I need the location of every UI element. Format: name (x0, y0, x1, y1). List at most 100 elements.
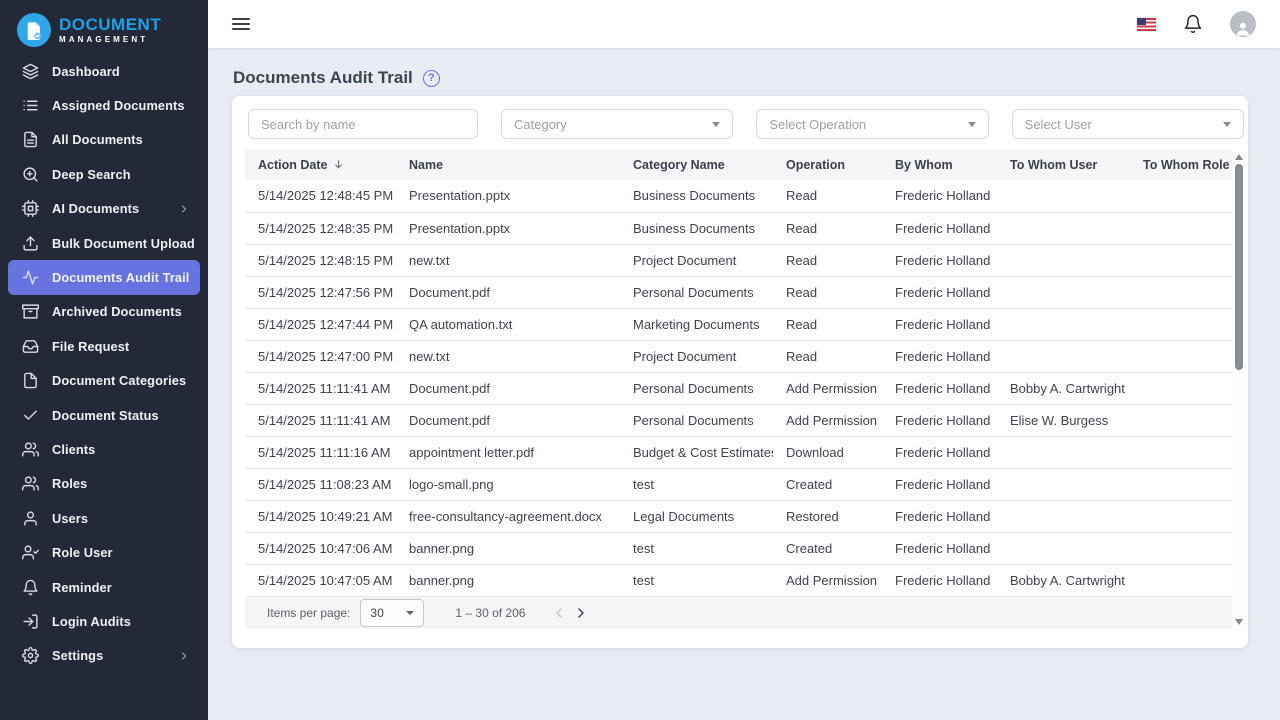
sidebar-item-label: Assigned Documents (52, 98, 185, 113)
cell-operation: Download (773, 436, 882, 468)
sidebar-item-users[interactable]: Users (8, 501, 200, 535)
audit-trail-table: Action DateNameCategory NameOperationBy … (245, 150, 1232, 597)
category-filter-label: Category (514, 117, 567, 132)
cell-action-date: 5/14/2025 10:47:06 AM (245, 532, 396, 564)
table-row: 5/14/2025 12:47:00 PMnew.txtProject Docu… (245, 340, 1232, 372)
main-area: Documents Audit Trail ? Category Select … (208, 0, 1280, 720)
cell-category-name: Project Document (620, 340, 773, 372)
column-header-action-date[interactable]: Action Date (245, 150, 396, 180)
cell-to-whom-user (997, 436, 1130, 468)
notifications-bell-icon[interactable] (1183, 14, 1203, 34)
layers-icon (22, 63, 39, 80)
table-row: 5/14/2025 12:47:44 PMQA automation.txtMa… (245, 308, 1232, 340)
sidebar: DOCUMENT MANAGEMENT Dashboard Assigned D… (0, 0, 208, 720)
cell-by-whom: Frederic Holland (882, 500, 997, 532)
content: Documents Audit Trail ? Category Select … (208, 48, 1280, 720)
column-header-name[interactable]: Name (396, 150, 620, 180)
users-icon (22, 441, 39, 458)
table-row: 5/14/2025 10:49:21 AMfree-consultancy-ag… (245, 500, 1232, 532)
cell-to-whom-user (997, 212, 1130, 244)
cell-to-whom-role (1130, 340, 1232, 372)
sidebar-item-file-request[interactable]: File Request (8, 329, 200, 363)
column-header-category-name[interactable]: Category Name (620, 150, 773, 180)
scroll-down-arrow[interactable] (1235, 619, 1243, 625)
cell-operation: Read (773, 308, 882, 340)
app-logo[interactable]: DOCUMENT MANAGEMENT (0, 0, 208, 52)
sidebar-item-document-categories[interactable]: Document Categories (8, 364, 200, 398)
sidebar-item-label: Deep Search (52, 167, 131, 182)
next-page-button[interactable] (571, 603, 591, 623)
column-header-by-whom[interactable]: By Whom (882, 150, 997, 180)
sidebar-item-label: Document Status (52, 408, 159, 423)
column-header-to-whom-user[interactable]: To Whom User (997, 150, 1130, 180)
topbar (208, 0, 1280, 48)
help-icon[interactable]: ? (423, 70, 440, 87)
cell-to-whom-role (1130, 532, 1232, 564)
cell-by-whom: Frederic Holland (882, 308, 997, 340)
sidebar-item-settings[interactable]: Settings (8, 639, 200, 673)
items-per-page-label: Items per page: (267, 606, 350, 620)
items-per-page-select[interactable]: 30 (360, 599, 424, 627)
cell-category-name: Business Documents (620, 180, 773, 212)
table-scrollbar (1232, 150, 1246, 629)
operation-filter-label: Select Operation (769, 117, 866, 132)
language-flag-icon[interactable] (1137, 18, 1156, 31)
column-header-operation[interactable]: Operation (773, 150, 882, 180)
sidebar-item-dashboard[interactable]: Dashboard (8, 54, 200, 88)
sidebar-item-label: Clients (52, 442, 95, 457)
cell-action-date: 5/14/2025 10:47:05 AM (245, 564, 396, 596)
cell-to-whom-role (1130, 468, 1232, 500)
cell-by-whom: Frederic Holland (882, 404, 997, 436)
cell-operation: Add Permission (773, 372, 882, 404)
sidebar-item-document-status[interactable]: Document Status (8, 398, 200, 432)
page-nav (549, 603, 591, 623)
sidebar-item-deep-search[interactable]: Deep Search (8, 157, 200, 191)
cell-category-name: test (620, 564, 773, 596)
operation-filter-dropdown[interactable]: Select Operation (756, 109, 988, 139)
sidebar-item-bulk-document-upload[interactable]: Bulk Document Upload (8, 226, 200, 260)
sidebar-item-roles[interactable]: Roles (8, 467, 200, 501)
search-input[interactable] (248, 109, 478, 139)
sidebar-item-documents-audit-trail[interactable]: Documents Audit Trail (8, 260, 200, 294)
sidebar-item-role-user[interactable]: Role User (8, 535, 200, 569)
scroll-up-arrow[interactable] (1235, 154, 1243, 160)
user-avatar[interactable] (1230, 11, 1256, 37)
user-icon (22, 510, 39, 527)
cell-category-name: test (620, 532, 773, 564)
cell-category-name: Project Document (620, 244, 773, 276)
cell-operation: Created (773, 532, 882, 564)
cell-by-whom: Frederic Holland (882, 244, 997, 276)
sidebar-item-all-documents[interactable]: All Documents (8, 123, 200, 157)
cell-name: banner.png (396, 532, 620, 564)
table-header-row: Action DateNameCategory NameOperationBy … (245, 150, 1232, 180)
audit-trail-card: Category Select Operation Select User (232, 96, 1248, 648)
cell-category-name: test (620, 468, 773, 500)
sidebar-item-reminder[interactable]: Reminder (8, 570, 200, 604)
sidebar-item-label: Reminder (52, 580, 112, 595)
sidebar-item-assigned-documents[interactable]: Assigned Documents (8, 88, 200, 122)
previous-page-button[interactable] (549, 603, 569, 623)
category-filter-dropdown[interactable]: Category (501, 109, 733, 139)
sidebar-item-clients[interactable]: Clients (8, 432, 200, 466)
sidebar-item-ai-documents[interactable]: AI Documents (8, 192, 200, 226)
cell-operation: Read (773, 276, 882, 308)
cell-by-whom: Frederic Holland (882, 372, 997, 404)
column-header-to-whom-role[interactable]: To Whom Role (1130, 150, 1232, 180)
list-icon (22, 97, 39, 114)
cell-to-whom-role (1130, 436, 1232, 468)
scrollbar-thumb[interactable] (1235, 164, 1243, 370)
user-filter-dropdown[interactable]: Select User (1012, 109, 1244, 139)
archive-icon (22, 303, 39, 320)
cell-to-whom-role (1130, 500, 1232, 532)
cell-to-whom-role (1130, 372, 1232, 404)
sidebar-item-label: All Documents (52, 132, 143, 147)
brand-text: DOCUMENT MANAGEMENT (59, 16, 161, 44)
sidebar-item-archived-documents[interactable]: Archived Documents (8, 295, 200, 329)
cell-to-whom-user (997, 500, 1130, 532)
log-in-icon (22, 613, 39, 630)
table-row: 5/14/2025 12:48:35 PMPresentation.pptxBu… (245, 212, 1232, 244)
sidebar-item-login-audits[interactable]: Login Audits (8, 604, 200, 638)
cell-operation: Add Permission (773, 564, 882, 596)
cell-by-whom: Frederic Holland (882, 564, 997, 596)
menu-toggle-button[interactable] (232, 15, 250, 33)
